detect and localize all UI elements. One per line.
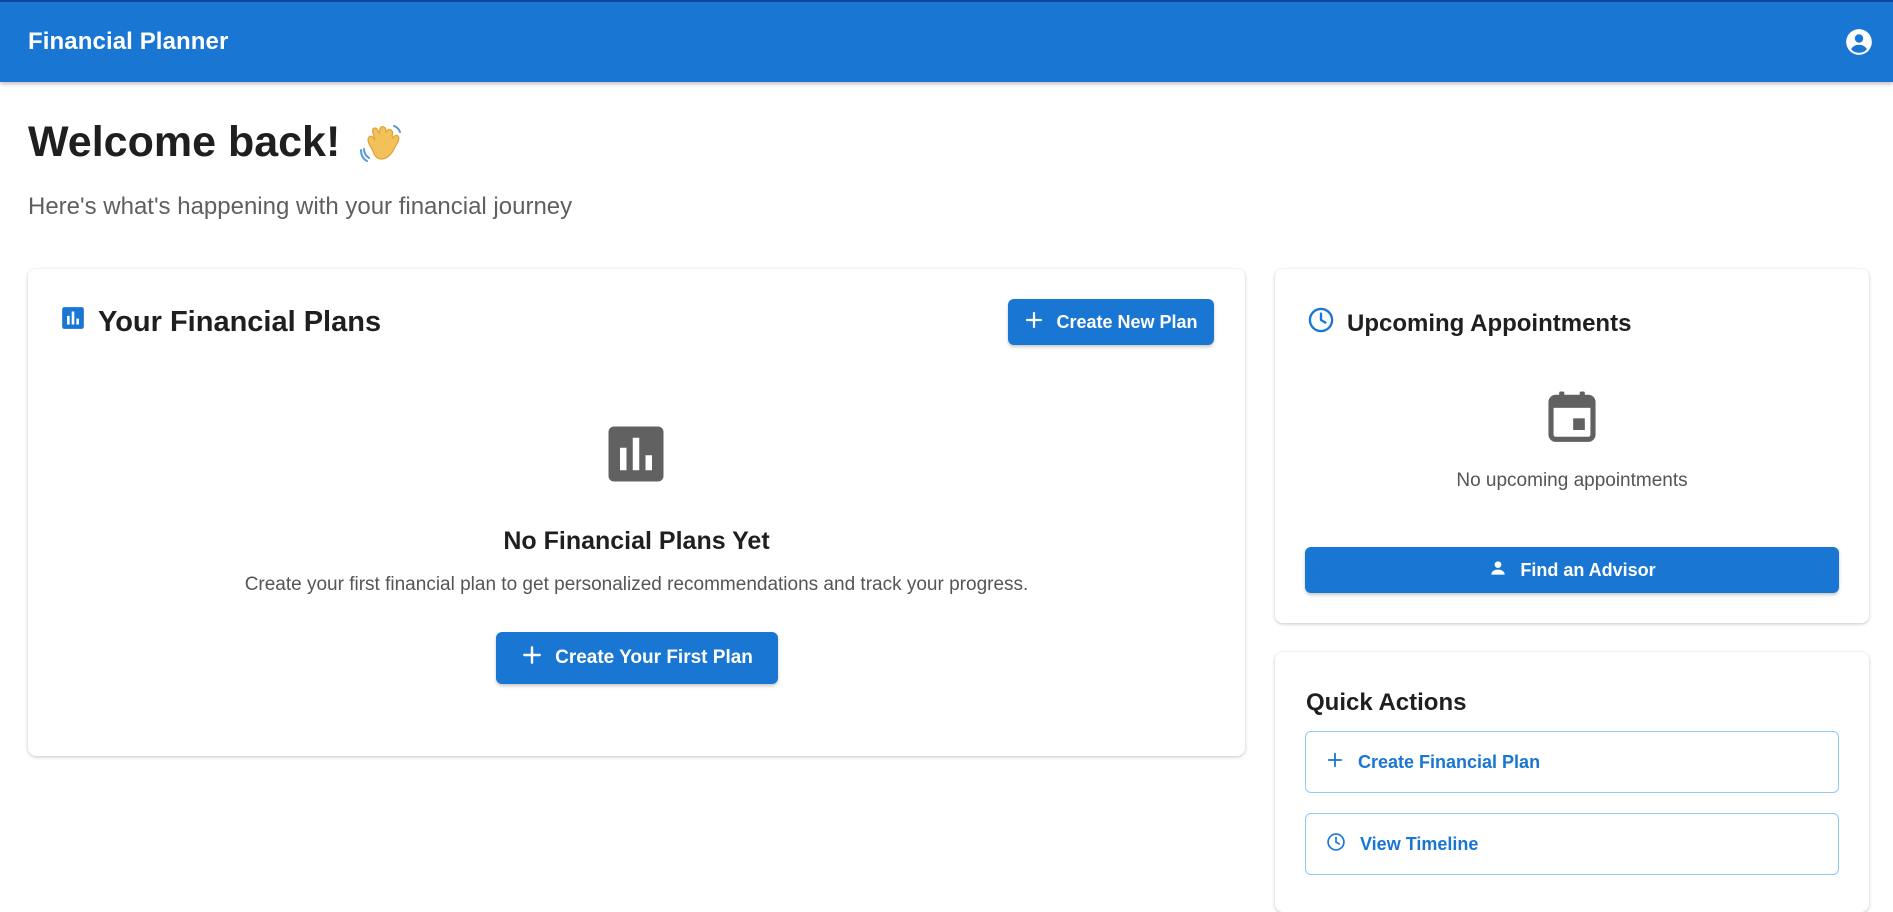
- find-advisor-label: Find an Advisor: [1520, 559, 1656, 580]
- appointments-header: Upcoming Appointments: [1307, 306, 1631, 341]
- quick-action-label: View Timeline: [1360, 833, 1479, 854]
- find-advisor-button[interactable]: Find an Advisor: [1305, 547, 1839, 593]
- quick-action-label: Create Financial Plan: [1358, 751, 1541, 772]
- welcome-title: Welcome back!: [28, 118, 341, 166]
- no-appointments-text: No upcoming appointments: [1456, 470, 1688, 491]
- clock-icon: [1307, 306, 1335, 341]
- plus-icon: [1024, 310, 1044, 335]
- create-first-plan-button[interactable]: Create Your First Plan: [496, 632, 778, 684]
- appointments-card: Upcoming Appointments No upcoming appoin…: [1275, 269, 1869, 623]
- app-bar: Financial Planner: [0, 0, 1893, 82]
- create-new-plan-button[interactable]: Create New Plan: [1008, 299, 1214, 345]
- empty-plans-title: No Financial Plans Yet: [503, 527, 770, 555]
- appointments-title: Upcoming Appointments: [1347, 309, 1632, 337]
- person-icon: [1488, 558, 1508, 583]
- plus-icon: [521, 644, 543, 672]
- create-new-plan-label: Create New Plan: [1056, 311, 1198, 332]
- quick-actions-title: Quick Actions: [1306, 689, 1467, 716]
- financial-plans-header: Your Financial Plans: [60, 305, 381, 339]
- financial-plans-title: Your Financial Plans: [98, 305, 382, 338]
- quick-action-view-timeline[interactable]: View Timeline: [1305, 813, 1839, 875]
- bar-chart-icon: [606, 424, 666, 484]
- empty-plans-text: Create your first financial plan to get …: [244, 574, 1029, 595]
- financial-plans-card: Your Financial Plans Create New Plan No …: [28, 269, 1245, 756]
- quick-action-create-plan[interactable]: Create Financial Plan: [1305, 731, 1839, 793]
- app-title: Financial Planner: [28, 28, 229, 55]
- plus-icon: [1326, 751, 1344, 774]
- account-circle-icon[interactable]: [1841, 24, 1877, 60]
- quick-actions-card: Quick Actions Create Financial Plan View…: [1275, 652, 1869, 912]
- welcome-subtitle: Here's what's happening with your financ…: [28, 193, 573, 220]
- clock-icon: [1326, 832, 1346, 857]
- calendar-icon: [1544, 388, 1600, 444]
- bar-chart-icon: [60, 305, 86, 339]
- welcome-heading: Welcome back!: [28, 118, 406, 167]
- waving-hand-icon: [358, 119, 406, 167]
- create-first-plan-label: Create Your First Plan: [555, 647, 753, 668]
